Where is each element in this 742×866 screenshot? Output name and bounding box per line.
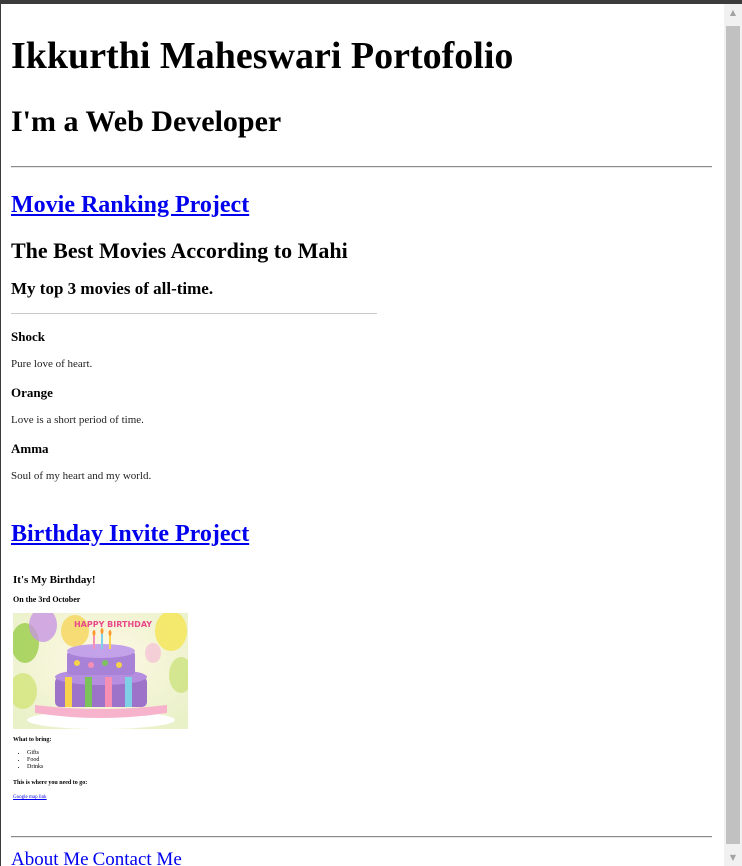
bring-list: Gifts Food Drinks [13,750,43,771]
about-me-link[interactable]: About Me [11,849,89,866]
scroll-down-arrow-icon[interactable]: ▼ [724,849,742,866]
vertical-scrollbar[interactable]: ▲ ▼ [724,4,742,866]
top-divider [11,166,712,168]
browser-viewport: Ikkurthi Maheswari Portofolio I'm a Web … [0,4,725,866]
movie-title-shock: Shock [11,329,45,344]
scrollbar-thumb[interactable] [726,26,740,844]
movie-description-amma: Soul of my heart and my world. [11,470,152,482]
list-item: Drinks [27,764,43,771]
movie-section-heading: The Best Movies According to Mahi [11,238,348,263]
page-title: Ikkurthi Maheswari Portofolio [11,35,514,77]
contact-me-link[interactable]: Contact Me [93,849,182,866]
list-item: Gifts [27,750,43,757]
google-map-link[interactable]: Google map link [13,795,47,800]
list-item: Food [27,757,43,764]
birthday-invite-project-link[interactable]: Birthday Invite Project [11,521,249,548]
what-to-bring-label: What to bring: [13,737,52,743]
birthday-cake-image: HAPPY BIRTHDAY [13,613,188,729]
bottom-divider [11,836,712,838]
movie-section-subheading: My top 3 movies of all-time. [11,279,214,298]
movie-ranking-project-link[interactable]: Movie Ranking Project [11,192,249,219]
movie-title-amma: Amma [11,441,49,456]
movie-description-shock: Pure love of heart. [11,358,93,370]
movie-title-orange: Orange [11,385,53,400]
movie-divider [11,313,377,314]
where-to-go-label: This is where you need to go: [13,780,88,786]
birthday-date: On the 3rd October [13,595,81,604]
page-subtitle: I'm a Web Developer [11,105,282,138]
cake-sign-text: HAPPY BIRTHDAY [74,620,152,629]
birthday-cake-illustration: HAPPY BIRTHDAY [13,613,188,729]
movie-description-orange: Love is a short period of time. [11,414,144,426]
scroll-up-arrow-icon[interactable]: ▲ [724,4,742,21]
birthday-heading: It's My Birthday! [13,574,96,586]
footer-nav: About Me Contact Me [11,849,182,866]
